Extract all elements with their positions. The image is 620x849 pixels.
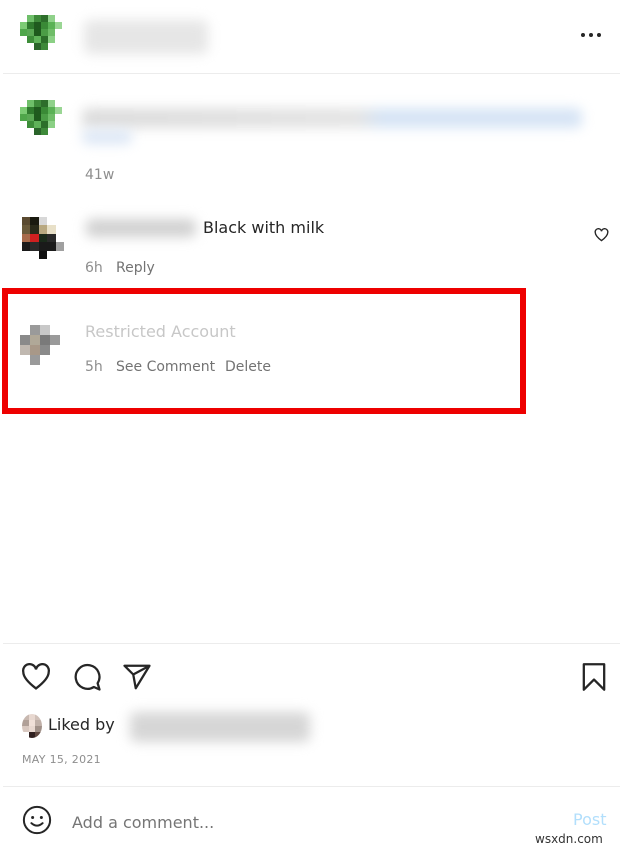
restricted-comment-time: 5h (85, 359, 103, 375)
comment-icon[interactable] (72, 662, 102, 692)
restricted-account-label: Restricted Account (85, 322, 236, 341)
actions-divider (3, 643, 620, 644)
caption-text-blurred-line2 (82, 130, 132, 144)
comment-text: Black with milk (203, 218, 325, 237)
share-icon[interactable] (122, 663, 152, 691)
delete-button[interactable]: Delete (225, 359, 271, 375)
heart-outline-icon[interactable] (594, 228, 609, 242)
add-comment-input[interactable] (70, 808, 554, 836)
post-author-name-blurred[interactable] (84, 20, 208, 54)
liked-by-label: Liked by (48, 715, 115, 734)
more-horizontal-icon[interactable] (580, 30, 602, 40)
smiley-icon[interactable] (22, 805, 52, 835)
bookmark-icon[interactable] (581, 663, 607, 691)
restricted-avatar (20, 325, 60, 365)
commenter-avatar[interactable] (22, 217, 64, 259)
post-date: MAY 15, 2021 (22, 753, 101, 766)
header-divider (3, 73, 620, 74)
comment-time: 6h (85, 260, 103, 276)
liked-by-names-blurred[interactable] (130, 712, 310, 742)
reply-button[interactable]: Reply (116, 260, 155, 276)
commenter-name-blurred[interactable] (86, 219, 196, 237)
liker-avatar[interactable] (22, 714, 42, 738)
see-comment-button[interactable]: See Comment (116, 359, 215, 375)
caption-avatar[interactable] (20, 100, 62, 142)
caption-text-blurred (82, 108, 582, 128)
post-author-avatar[interactable] (20, 15, 62, 57)
watermark: wsxdn.com (535, 832, 603, 846)
comment-box-divider (3, 786, 620, 787)
post-button[interactable]: Post (573, 810, 606, 829)
caption-time: 41w (85, 167, 115, 183)
highlight-box (2, 288, 526, 414)
heart-icon[interactable] (20, 663, 52, 691)
